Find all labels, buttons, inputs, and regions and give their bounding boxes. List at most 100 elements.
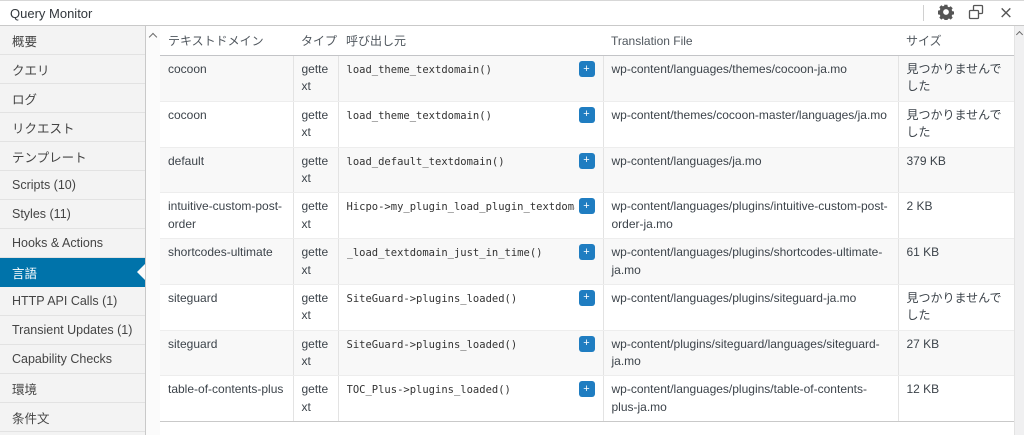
- sidebar-item-template[interactable]: テンプレート: [0, 142, 145, 171]
- table-row: cocoon gettext load_theme_textdomain() +…: [160, 101, 1014, 147]
- sidebar-item-environment[interactable]: 環境: [0, 374, 145, 403]
- cell-caller: load_default_textdomain() +: [338, 147, 603, 193]
- cell-caller: SiteGuard->plugins_loaded() +: [338, 284, 603, 330]
- sidebar-item-label: 概要: [12, 31, 37, 50]
- sidebar-item-languages[interactable]: 言語: [0, 258, 145, 287]
- cell-type: gettext: [293, 330, 338, 376]
- cell-caller: TOC_Plus->plugins_loaded() +: [338, 376, 603, 422]
- cell-caller: SiteGuard->plugins_loaded() +: [338, 330, 603, 376]
- panel-position-button[interactable]: [966, 3, 986, 23]
- column-header-type: タイプ: [293, 26, 338, 56]
- table-row: siteguard gettext SiteGuard->plugins_loa…: [160, 284, 1014, 330]
- cell-text-domain: siteguard: [160, 284, 293, 330]
- panel-position-icon: [968, 4, 984, 23]
- caller-expand-button[interactable]: +: [579, 336, 595, 352]
- sidebar-item-logs[interactable]: ログ: [0, 84, 145, 113]
- cell-size: 見つかりませんでした: [898, 101, 1014, 147]
- cell-translation-file: wp-content/languages/plugins/shortcodes-…: [603, 239, 898, 285]
- sidebar: 概要 クエリ ログ リクエスト テンプレート Scripts (10) Styl…: [0, 26, 146, 435]
- cell-text-domain: cocoon: [160, 101, 293, 147]
- column-header-size: サイズ: [898, 26, 1014, 56]
- languages-panel: テキストドメイン タイプ 呼び出し元 Translation File サイズ …: [160, 26, 1014, 435]
- cell-translation-file: wp-content/languages/plugins/siteguard-j…: [603, 284, 898, 330]
- sidebar-item-label: Hooks & Actions: [12, 236, 103, 250]
- divider: [923, 5, 924, 21]
- sidebar-item-http-api-calls[interactable]: HTTP API Calls (1): [0, 287, 145, 316]
- panel-body: 概要 クエリ ログ リクエスト テンプレート Scripts (10) Styl…: [0, 26, 1024, 435]
- header-bar: Query Monitor ×: [0, 1, 1024, 26]
- caller-function: _load_textdomain_just_in_time(): [347, 244, 575, 261]
- column-header-translation-file: Translation File: [603, 26, 898, 56]
- caller-expand-button[interactable]: +: [579, 244, 595, 260]
- table-body: cocoon gettext load_theme_textdomain() +…: [160, 56, 1014, 422]
- query-monitor-panel: Query Monitor ×: [0, 0, 1024, 435]
- sidebar-item-label: 言語: [12, 263, 37, 282]
- settings-button[interactable]: [936, 3, 956, 23]
- sidebar-item-label: Transient Updates (1): [12, 323, 132, 337]
- sidebar-item-overview[interactable]: 概要: [0, 26, 145, 55]
- sidebar-item-label: 条件文: [12, 408, 50, 427]
- sidebar-item-hooks-actions[interactable]: Hooks & Actions: [0, 229, 145, 258]
- cell-type: gettext: [293, 239, 338, 285]
- cell-translation-file: wp-content/languages/themes/cocoon-ja.mo: [603, 56, 898, 102]
- scroll-up-icon: [149, 33, 157, 41]
- cell-text-domain: default: [160, 147, 293, 193]
- cell-size: 61 KB: [898, 239, 1014, 285]
- caller-function: Hicpo->my_plugin_load_plugin_textdomain(…: [347, 198, 575, 215]
- cell-type: gettext: [293, 376, 338, 422]
- sidebar-item-label: テンプレート: [12, 147, 87, 166]
- caller-expand-button[interactable]: +: [579, 198, 595, 214]
- cell-size: 379 KB: [898, 147, 1014, 193]
- gear-icon: [938, 4, 954, 23]
- cell-text-domain: table-of-contents-plus: [160, 376, 293, 422]
- caller-function: SiteGuard->plugins_loaded(): [347, 290, 575, 307]
- scroll-up-icon: [1016, 31, 1023, 38]
- cell-translation-file: wp-content/languages/plugins/intuitive-c…: [603, 193, 898, 239]
- caller-expand-button[interactable]: +: [579, 153, 595, 169]
- sidebar-item-label: Styles (11): [12, 207, 71, 221]
- header-actions: ×: [923, 1, 1016, 25]
- cell-size: 見つかりませんでした: [898, 284, 1014, 330]
- sidebar-item-label: ログ: [12, 89, 37, 108]
- sidebar-item-label: Scripts (10): [12, 178, 76, 192]
- cell-text-domain: cocoon: [160, 56, 293, 102]
- cell-translation-file: wp-content/themes/cocoon-master/language…: [603, 101, 898, 147]
- menu-scrollbar[interactable]: [146, 26, 160, 435]
- content-scrollbar[interactable]: [1014, 26, 1024, 435]
- cell-text-domain: shortcodes-ultimate: [160, 239, 293, 285]
- column-header-caller: 呼び出し元: [338, 26, 603, 56]
- cell-translation-file: wp-content/languages/ja.mo: [603, 147, 898, 193]
- sidebar-item-request[interactable]: リクエスト: [0, 113, 145, 142]
- caller-function: load_theme_textdomain(): [347, 61, 575, 78]
- caller-expand-button[interactable]: +: [579, 381, 595, 397]
- sidebar-item-label: 環境: [12, 379, 37, 398]
- caller-function: SiteGuard->plugins_loaded(): [347, 336, 575, 353]
- sidebar-item-styles[interactable]: Styles (11): [0, 200, 145, 229]
- sidebar-item-queries[interactable]: クエリ: [0, 55, 145, 84]
- cell-size: 2 KB: [898, 193, 1014, 239]
- caller-expand-button[interactable]: +: [579, 290, 595, 306]
- sidebar-item-label: HTTP API Calls (1): [12, 294, 117, 308]
- sidebar-item-conditionals[interactable]: 条件文: [0, 403, 145, 432]
- caller-expand-button[interactable]: +: [579, 61, 595, 77]
- languages-table: テキストドメイン タイプ 呼び出し元 Translation File サイズ …: [160, 26, 1014, 422]
- table-row: siteguard gettext SiteGuard->plugins_loa…: [160, 330, 1014, 376]
- cell-size: 12 KB: [898, 376, 1014, 422]
- cell-caller: _load_textdomain_just_in_time() +: [338, 239, 603, 285]
- cell-type: gettext: [293, 56, 338, 102]
- table-row: default gettext load_default_textdomain(…: [160, 147, 1014, 193]
- sidebar-item-transient-updates[interactable]: Transient Updates (1): [0, 316, 145, 345]
- close-button[interactable]: ×: [996, 3, 1016, 23]
- cell-size: 27 KB: [898, 330, 1014, 376]
- cell-caller: load_theme_textdomain() +: [338, 56, 603, 102]
- table-row: cocoon gettext load_theme_textdomain() +…: [160, 56, 1014, 102]
- column-header-text-domain: テキストドメイン: [160, 26, 293, 56]
- caller-function: TOC_Plus->plugins_loaded(): [347, 381, 575, 398]
- sidebar-item-capability-checks[interactable]: Capability Checks: [0, 345, 145, 374]
- caller-expand-button[interactable]: +: [579, 107, 595, 123]
- sidebar-item-scripts[interactable]: Scripts (10): [0, 171, 145, 200]
- table-row: shortcodes-ultimate gettext _load_textdo…: [160, 239, 1014, 285]
- caller-function: load_theme_textdomain(): [347, 107, 575, 124]
- cell-size: 見つかりませんでした: [898, 56, 1014, 102]
- cell-type: gettext: [293, 193, 338, 239]
